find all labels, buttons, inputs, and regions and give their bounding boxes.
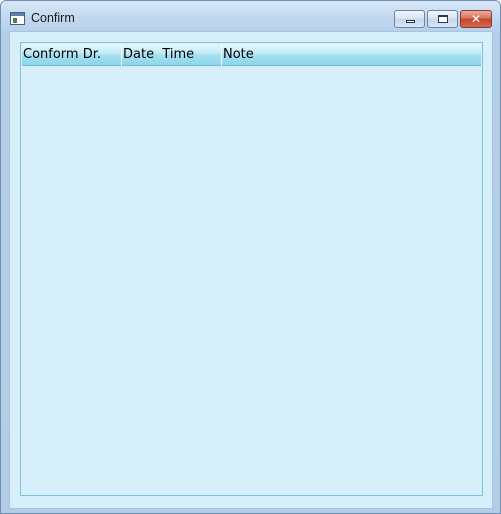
column-header-note[interactable]: Note (222, 44, 481, 66)
app-window-icon[interactable] (10, 12, 25, 25)
list-header: Conform Dr. Date Time Note (22, 44, 481, 66)
confirm-window: Confirm ✕ Conform Dr. Date Time Note (0, 0, 501, 514)
minimize-button[interactable] (394, 10, 425, 28)
window-title: Confirm (31, 11, 75, 25)
column-header-conform-dr[interactable]: Conform Dr. (22, 44, 122, 66)
confirm-list[interactable]: Conform Dr. Date Time Note (20, 42, 483, 496)
maximize-icon (438, 15, 448, 23)
maximize-button[interactable] (427, 10, 458, 28)
minimize-icon (406, 20, 415, 23)
close-icon: ✕ (470, 12, 482, 26)
close-button[interactable]: ✕ (460, 10, 492, 28)
client-area: Conform Dr. Date Time Note (9, 31, 493, 509)
caption-buttons: ✕ (394, 10, 492, 28)
column-header-date-time[interactable]: Date Time (122, 44, 222, 66)
